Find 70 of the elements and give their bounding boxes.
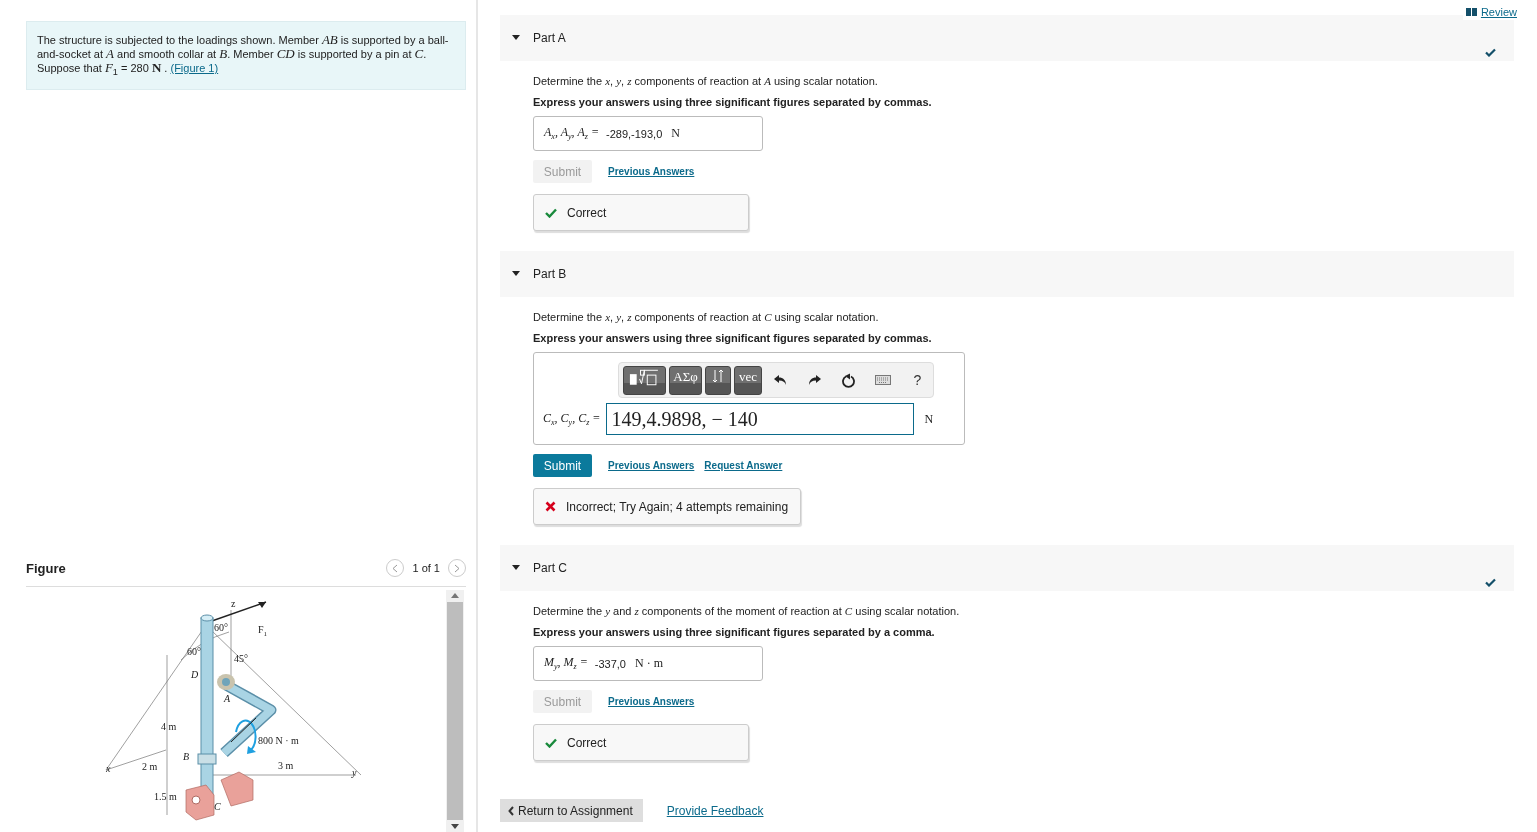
question-text: Determine the y and z components of the moment of reaction at C using scalar notation. <box>533 605 961 618</box>
figure-label: 800 N · m <box>258 735 299 746</box>
figure-link[interactable]: (Figure 1) <box>170 62 219 74</box>
unit-label: N · m <box>635 656 663 671</box>
chevron-left-icon <box>392 563 399 573</box>
figure-label: x <box>106 763 111 774</box>
book-icon <box>1465 8 1477 16</box>
part-title: Part B <box>533 267 567 281</box>
feedback-link[interactable]: Provide Feedback <box>666 803 764 818</box>
figure-label: 60° <box>187 646 201 657</box>
keyboard-icon <box>875 375 892 385</box>
figure-label: F$_{1}$ <box>258 624 268 638</box>
toolbar-button[interactable]: ΑΣφ <box>668 365 703 395</box>
instruction-text: Express your answers using three significant figures separated by a comma. <box>533 626 936 638</box>
figure-label: 4 m <box>161 721 177 732</box>
figure-label: y <box>352 767 357 778</box>
part-title: Part A <box>533 31 566 45</box>
unit-label: N <box>924 411 934 427</box>
help-button[interactable]: ? <box>901 371 933 389</box>
part-title: Part C <box>533 561 567 575</box>
feedback-text: Incorrect; Try Again; 4 attempts remaining <box>566 499 789 514</box>
instruction-text: Express your answers using three significant figures separated by commas. <box>533 332 933 344</box>
feedback-text: Correct <box>567 205 607 220</box>
figure-label: 60° <box>214 622 228 633</box>
return-button[interactable]: Return to Assignment <box>500 799 643 822</box>
template-icon <box>628 368 661 387</box>
arrows-button[interactable] <box>705 365 732 395</box>
toolbar-button[interactable]: vec <box>734 365 762 395</box>
feedback-text: Correct <box>567 735 607 750</box>
templates-button[interactable] <box>623 365 666 395</box>
check-icon <box>545 207 557 218</box>
answer-link[interactable]: Previous Answers <box>608 696 695 707</box>
question-text: Determine the x, y, z components of reaction at C using scalar notation. <box>533 311 880 324</box>
part-header[interactable]: Part C <box>500 545 1514 591</box>
figure-label: A <box>224 693 231 704</box>
answer-label: C$_{x}$, C$_{y}$, C$_{z}$ = <box>543 410 601 428</box>
answer-label: A$_{x}$, A$_{y}$, A$_{z}$ = <box>544 125 599 142</box>
answer-link[interactable]: Previous Answers <box>608 460 695 471</box>
figure-label: 3 m <box>278 760 294 771</box>
scrollbar[interactable] <box>446 590 464 832</box>
figure-label: D <box>191 669 199 680</box>
answer-label: M$_{y}$, M$_{z}$ = <box>544 655 588 672</box>
answer-link[interactable]: Request Answer <box>704 460 783 471</box>
figure-label: B <box>183 751 190 762</box>
question-text: Determine the x, y, z components of reaction at A using scalar notation. <box>533 75 879 88</box>
sort-arrows-icon <box>712 368 725 383</box>
chevron-right-icon <box>454 563 460 573</box>
chevron-left-icon <box>508 805 514 816</box>
figure-label: z <box>231 598 236 609</box>
part-header[interactable]: Part A <box>500 15 1514 61</box>
unit-label: N <box>671 126 680 141</box>
figure-label: 2 m <box>142 761 158 772</box>
figure-label: 45° <box>234 653 248 664</box>
figure-title: Figure <box>26 560 66 576</box>
redo-icon <box>807 374 822 386</box>
answer-field[interactable]: 149,4.9898, − 140 <box>606 403 915 435</box>
intro-text: The structure is subjected to the loadings shown. Member AB is supported by a ball-and-socket at A and smooth collar at B. Member CD is supported by a pin at C. Suppose that F$_{1}$ = 280 N . (Figure 1) <box>37 33 450 80</box>
reset-icon <box>841 372 856 388</box>
answer-value: -337,0 <box>594 657 626 670</box>
cross-icon <box>545 501 556 512</box>
instruction-text: Express your answers using three significant figures separated by commas. <box>533 96 933 108</box>
submit-button[interactable]: Submit <box>533 454 592 477</box>
answer-link[interactable]: Previous Answers <box>608 166 695 177</box>
answer-value: -289,-193,0 <box>606 127 663 140</box>
part-header[interactable]: Part B <box>500 251 1514 297</box>
figure-label: C <box>214 801 221 812</box>
check-icon <box>545 737 557 748</box>
page-counter: 1 of 1 <box>412 562 440 574</box>
figure-label: 1.5 m <box>154 791 177 802</box>
undo-icon <box>773 374 788 386</box>
